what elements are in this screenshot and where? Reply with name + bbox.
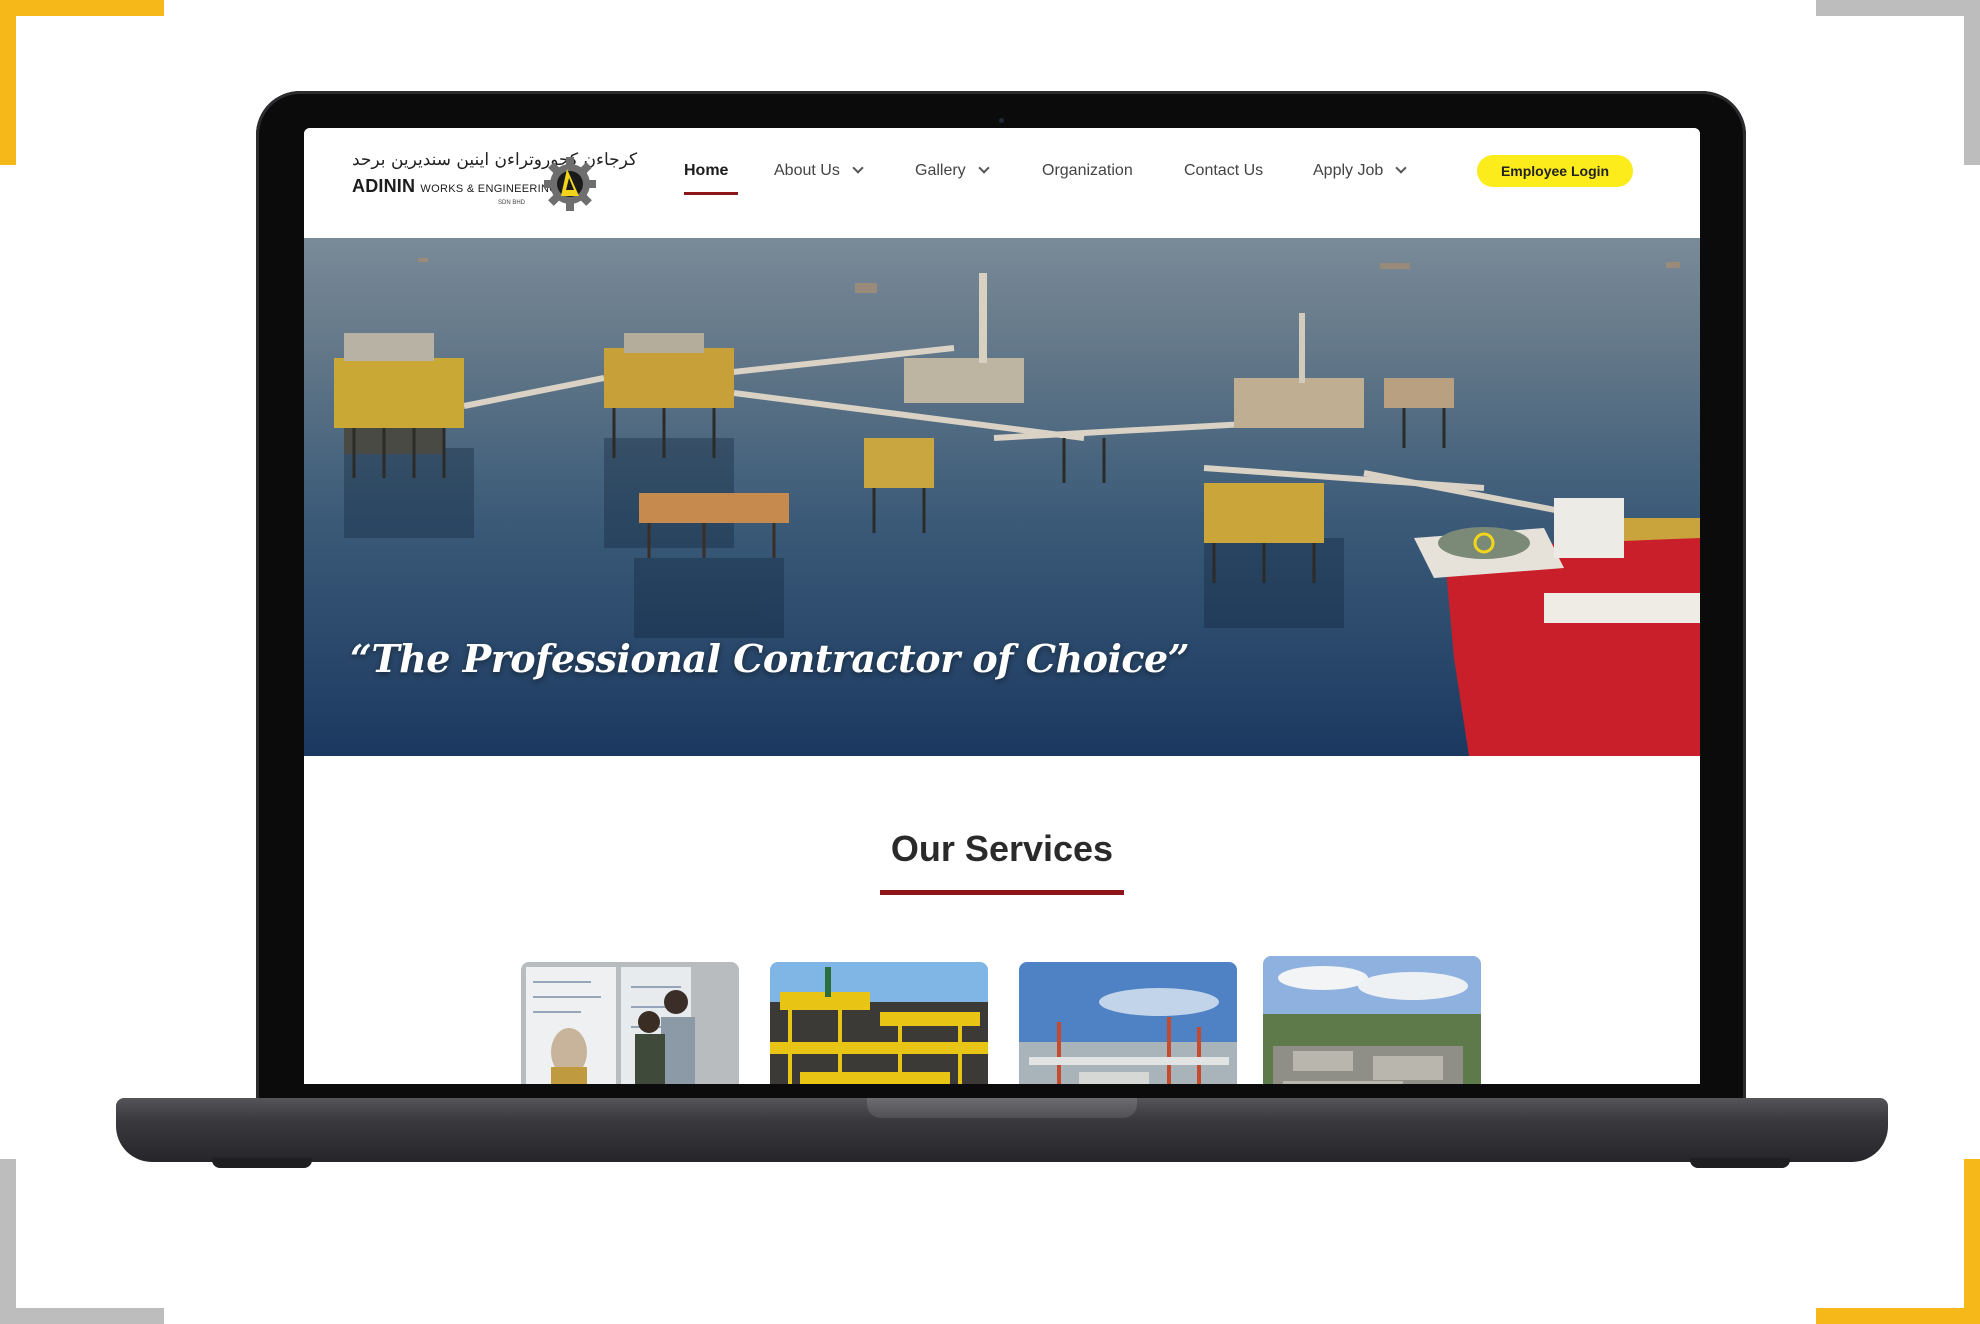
laptop-foot-left: [212, 1158, 312, 1168]
hero-tagline: “The Professional Contractor of Choice”: [350, 636, 1190, 681]
chevron-down-icon: [852, 162, 864, 174]
active-nav-underline: [684, 192, 738, 195]
webcam: [999, 118, 1004, 123]
service-card-offshore[interactable]: [1019, 962, 1237, 1084]
nav-item-label: Organization: [1042, 162, 1133, 179]
laptop-screen: کرجاءن کجوروتراءن اینین سنديرين برحد ADI…: [304, 128, 1700, 1084]
corner-bracket-bottom-right-vertical: [1964, 1159, 1980, 1324]
gear-logo-icon: [544, 157, 596, 211]
laptop-notch: [867, 1098, 1137, 1118]
employee-login-button[interactable]: Employee Login: [1477, 155, 1633, 187]
laptop-foot-right: [1690, 1158, 1790, 1168]
corner-bracket-top-left: [0, 0, 164, 16]
refinery-aerial-photo: [1263, 956, 1481, 1084]
logo-subtitle: WORKS & ENGINEERING: [420, 183, 559, 195]
chevron-down-icon: [1395, 162, 1407, 174]
nav-item-label: Home: [684, 162, 729, 179]
logo-suffix: SDN BHD: [498, 200, 526, 206]
nav-item-label: Gallery: [915, 162, 966, 179]
service-card-refinery[interactable]: [1263, 956, 1481, 1084]
corner-bracket-bottom-right: [1816, 1308, 1980, 1324]
office-meeting-photo: [521, 962, 739, 1084]
nav-item-home[interactable]: Home: [684, 162, 738, 195]
logo-name: ADININ WORKS & ENGINEERING: [352, 176, 558, 197]
service-card-office[interactable]: [521, 962, 739, 1084]
company-logo[interactable]: کرجاءن کجوروتراءن اینین سنديرين برحد ADI…: [352, 150, 637, 216]
nav-item-contact-us[interactable]: Contact Us: [1184, 162, 1263, 180]
nav-item-label: Contact Us: [1184, 162, 1264, 179]
offshore-plant-photo: [1019, 962, 1237, 1084]
nav-item-organization[interactable]: Organization: [1042, 162, 1133, 180]
service-card-platform[interactable]: [770, 962, 988, 1084]
chevron-down-icon: [978, 162, 990, 174]
hero-banner: “The Professional Contractor of Choice”: [304, 238, 1700, 756]
nav-item-label: About Us: [774, 162, 840, 179]
logo-name-text: ADININ: [352, 176, 416, 196]
corner-bracket-top-left-vertical: [0, 0, 16, 165]
corner-bracket-top-right: [1816, 0, 1980, 16]
corner-bracket-bottom-left: [0, 1308, 164, 1324]
nav-item-about-us[interactable]: About Us: [774, 162, 864, 180]
services-heading-underline: [880, 890, 1124, 895]
corner-bracket-bottom-left-vertical: [0, 1159, 16, 1324]
nav-item-label: Apply Job: [1313, 162, 1384, 179]
site-header: کرجاءن کجوروتراءن اینین سنديرين برحد ADI…: [304, 128, 1700, 238]
corner-bracket-top-right-vertical: [1964, 0, 1980, 165]
services-heading: Our Services: [890, 828, 1114, 869]
nav-item-apply-job[interactable]: Apply Job: [1313, 162, 1407, 180]
nav-item-gallery[interactable]: Gallery: [915, 162, 990, 180]
yellow-platform-photo: [770, 962, 988, 1084]
